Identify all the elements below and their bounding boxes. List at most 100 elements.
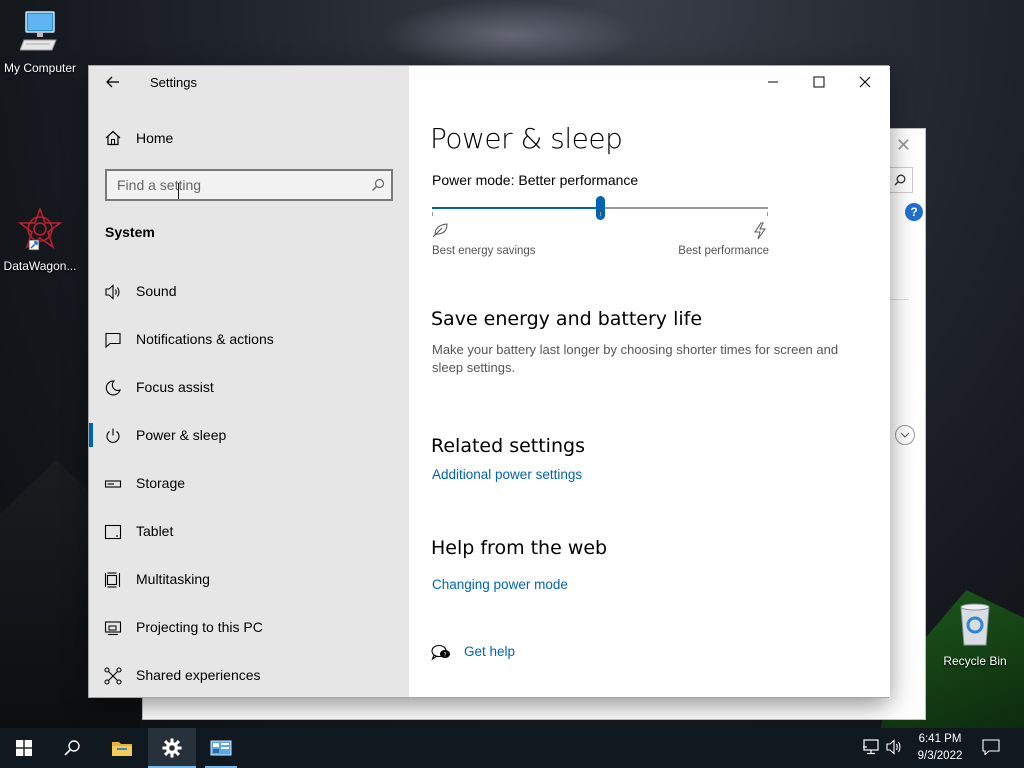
chevron-down-icon[interactable] bbox=[895, 425, 915, 445]
clock-date: 9/3/2022 bbox=[917, 750, 963, 762]
nav-home[interactable]: Home bbox=[89, 123, 409, 153]
related-settings-heading: Related settings bbox=[431, 435, 585, 457]
close-icon bbox=[859, 76, 871, 88]
search-icon bbox=[64, 740, 80, 756]
sidebar-item-label: Storage bbox=[136, 475, 186, 491]
chat-help-icon: ? bbox=[431, 644, 451, 667]
desktop-icon-my-computer[interactable]: My Computer bbox=[0, 10, 80, 75]
sidebar-item-label: Projecting to this PC bbox=[136, 619, 263, 635]
windows-logo-icon bbox=[16, 740, 32, 756]
sidebar-item-label: Multitasking bbox=[136, 571, 210, 587]
file-explorer-button[interactable] bbox=[98, 728, 146, 768]
window-title: Settings bbox=[150, 75, 197, 90]
minimize-icon bbox=[768, 81, 778, 83]
close-icon[interactable]: ✕ bbox=[896, 135, 911, 156]
message-icon bbox=[104, 331, 122, 349]
leaf-icon bbox=[432, 222, 450, 243]
datawagon-logo-icon bbox=[0, 206, 80, 255]
desktop-icon-label: DataWagon... bbox=[3, 259, 77, 273]
sidebar-item-label: Tablet bbox=[136, 523, 174, 539]
projector-icon bbox=[104, 619, 122, 637]
gear-icon bbox=[162, 738, 182, 758]
settings-taskbar-button[interactable] bbox=[148, 728, 196, 768]
speaker-icon bbox=[104, 283, 122, 301]
taskbar-clock[interactable]: 6:41 PM 9/3/2022 bbox=[910, 731, 970, 765]
sidebar-item-label: Sound bbox=[136, 283, 177, 299]
slider-fill bbox=[432, 207, 600, 209]
search-input[interactable] bbox=[107, 171, 357, 199]
multitasking-icon bbox=[104, 571, 122, 589]
get-help-link[interactable]: Get help bbox=[464, 644, 515, 659]
sidebar-item-sound[interactable]: Sound bbox=[89, 267, 409, 315]
moon-icon bbox=[104, 379, 122, 397]
sidebar-item-notifications[interactable]: Notifications & actions bbox=[89, 315, 409, 363]
maximize-button[interactable] bbox=[796, 66, 842, 98]
settings-content: Power & sleep Power mode: Better perform… bbox=[409, 66, 890, 697]
power-mode-slider-thumb[interactable] bbox=[596, 196, 605, 220]
slider-tick bbox=[767, 212, 768, 216]
additional-power-settings-link[interactable]: Additional power settings bbox=[432, 467, 582, 482]
search-icon[interactable] bbox=[371, 178, 385, 197]
sidebar-item-label: Power & sleep bbox=[136, 427, 227, 443]
settings-nav-pane: Settings Home System Sound Notific bbox=[89, 66, 409, 697]
sidebar-item-storage[interactable]: Storage bbox=[89, 459, 409, 507]
slider-tick bbox=[600, 212, 601, 216]
changing-power-mode-link[interactable]: Changing power mode bbox=[432, 577, 568, 592]
search-button[interactable] bbox=[48, 728, 96, 768]
sidebar-item-shared-experiences[interactable]: Shared experiences bbox=[89, 651, 409, 699]
desktop-icon-label: Recycle Bin bbox=[943, 654, 1007, 668]
action-center-icon[interactable] bbox=[982, 739, 1000, 759]
clock-time: 6:41 PM bbox=[918, 733, 962, 745]
recycle-bin-icon bbox=[935, 603, 1015, 650]
close-button[interactable] bbox=[842, 66, 888, 98]
folder-icon bbox=[112, 742, 132, 756]
search-icon[interactable] bbox=[887, 167, 913, 193]
start-button[interactable] bbox=[0, 728, 48, 768]
save-energy-heading: Save energy and battery life bbox=[431, 308, 703, 330]
desktop-icon-datawagon[interactable]: DataWagon... bbox=[0, 206, 80, 273]
sidebar-item-multitasking[interactable]: Multitasking bbox=[89, 555, 409, 603]
active-indicator bbox=[89, 423, 93, 447]
taskbar: 6:41 PM 9/3/2022 bbox=[0, 728, 1024, 768]
save-energy-description: Make your battery last longer by choosin… bbox=[432, 342, 839, 375]
power-icon bbox=[104, 427, 122, 445]
nav-home-label: Home bbox=[136, 130, 174, 146]
sidebar-item-tablet[interactable]: Tablet bbox=[89, 507, 409, 555]
back-button[interactable] bbox=[99, 70, 127, 94]
storage-icon bbox=[104, 475, 122, 493]
desktop-sky bbox=[380, 0, 640, 70]
computer-icon bbox=[0, 10, 80, 57]
power-mode-label: Power mode: Better performance bbox=[432, 172, 639, 188]
minimize-button[interactable] bbox=[750, 66, 796, 98]
sidebar-item-label: Shared experiences bbox=[136, 667, 261, 683]
control-panel-icon bbox=[210, 740, 232, 756]
page-title: Power & sleep bbox=[430, 122, 623, 155]
svg-text:?: ? bbox=[444, 652, 447, 659]
slider-max-label: Best performance bbox=[678, 245, 769, 257]
settings-window[interactable]: Settings Home System Sound Notific bbox=[88, 65, 890, 698]
tablet-icon bbox=[104, 523, 122, 541]
slider-min-label: Best energy savings bbox=[432, 245, 536, 257]
sidebar-item-focus-assist[interactable]: Focus assist bbox=[89, 363, 409, 411]
sidebar-item-projecting[interactable]: Projecting to this PC bbox=[89, 603, 409, 651]
sidebar-item-power-sleep[interactable]: Power & sleep bbox=[89, 411, 409, 459]
maximize-icon bbox=[813, 76, 825, 88]
nav-section-title: System bbox=[105, 224, 155, 240]
slider-tick bbox=[432, 212, 433, 216]
home-icon bbox=[105, 130, 121, 151]
volume-icon[interactable] bbox=[886, 739, 904, 759]
lightning-icon bbox=[753, 222, 767, 245]
help-icon[interactable]: ? bbox=[905, 203, 923, 221]
help-web-heading: Help from the web bbox=[431, 537, 608, 559]
back-arrow-icon bbox=[106, 76, 119, 88]
text-cursor bbox=[178, 183, 179, 199]
network-icon[interactable] bbox=[862, 739, 880, 759]
desktop-icon-label: My Computer bbox=[3, 61, 77, 75]
divider bbox=[887, 299, 909, 300]
shared-icon bbox=[104, 667, 122, 685]
search-box[interactable] bbox=[105, 169, 393, 201]
control-panel-button[interactable] bbox=[197, 728, 245, 768]
desktop-icon-recycle-bin[interactable]: Recycle Bin bbox=[935, 603, 1015, 668]
sidebar-item-label: Notifications & actions bbox=[136, 331, 274, 347]
sidebar-item-label: Focus assist bbox=[136, 379, 214, 395]
